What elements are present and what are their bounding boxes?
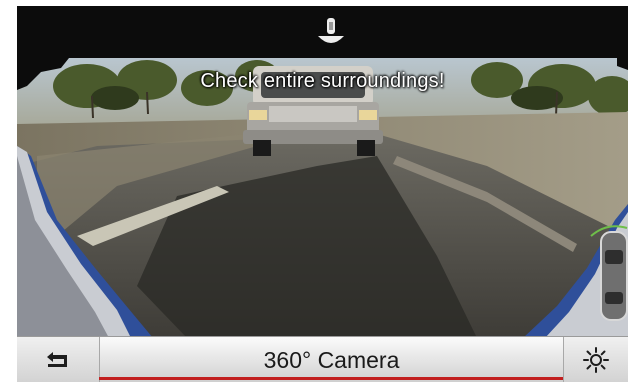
page-title: 360° Camera — [263, 347, 400, 373]
display-frame: Check entire surroundings! 360° Camera — [0, 0, 628, 382]
camera-screen: Check entire surroundings! 360° Camera — [17, 6, 628, 382]
bottom-toolbar: 360° Camera — [17, 336, 628, 382]
warning-message: Check entire surroundings! — [200, 70, 445, 92]
brightness-button[interactable] — [563, 337, 628, 382]
park-sensor-icon — [318, 18, 344, 43]
brightness-sun-icon — [583, 347, 609, 373]
back-arrow-icon — [47, 352, 67, 367]
title-underline — [99, 377, 564, 380]
back-button[interactable] — [17, 337, 100, 382]
camera-view — [17, 6, 628, 338]
